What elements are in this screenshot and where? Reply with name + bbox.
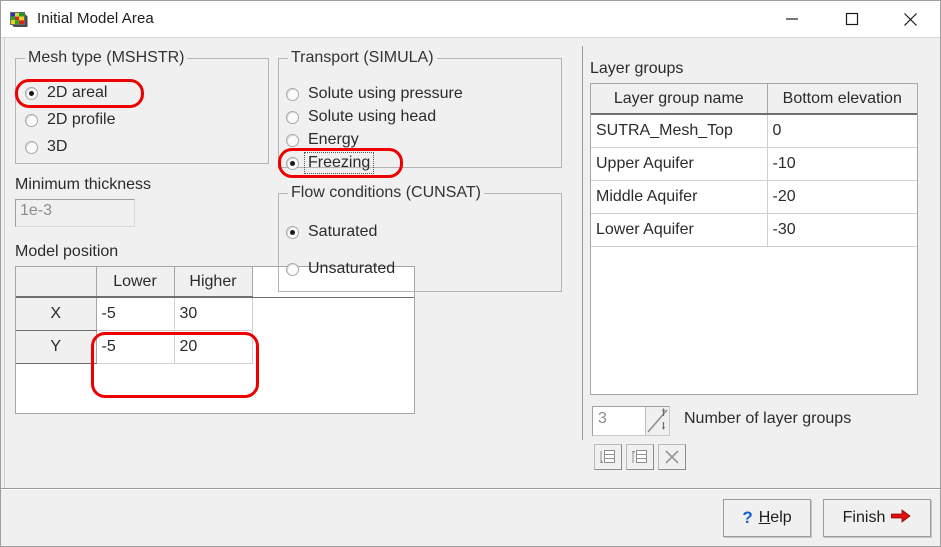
radio-unsaturated-label: Unsaturated [308,260,396,277]
radio-solute-using-head-label: Solute using head [308,108,437,125]
layer-groups-col-name: Layer group name [591,84,768,115]
layer-group-count-label: Number of layer groups [684,410,852,427]
radio-2d-profile-label: 2D profile [47,111,116,128]
close-button[interactable] [887,1,933,37]
finish-button-label: Finish [842,509,886,526]
layer-group-count-value: 3 [598,410,607,427]
model-position-col-lower: Lower [96,267,175,298]
model-position-label: Model position [15,243,119,260]
mesh-type-legend: Mesh type (MSHSTR) [25,49,188,67]
table-header-row: Layer group name Bottom elevation [591,84,917,115]
model-position-x-filler [252,297,414,331]
radio-2d-areal-label: 2D areal [47,84,108,101]
model-position-y-filler [252,330,414,364]
model-position-row-axis-y: Y [16,330,97,364]
model-position-corner-header [16,267,97,298]
minimum-thickness-label: Minimum thickness [15,176,152,193]
footer-divider [1,488,940,490]
radio-solute-using-head-mark [286,110,299,124]
flow-conditions-legend: Flow conditions (CUNSAT) [288,184,484,202]
radio-solute-using-pressure[interactable]: Solute using pressure [286,83,463,105]
layer-group-name-1[interactable]: Upper Aquifer [591,147,768,181]
table-row[interactable]: SUTRA_Mesh_Top 0 [591,114,917,148]
radio-saturated[interactable]: Saturated [286,221,377,243]
arrow-right-icon [890,508,912,528]
radio-saturated-label: Saturated [308,223,378,240]
insert-row-above-icon [632,450,647,463]
maximize-button[interactable] [829,1,875,37]
table-row[interactable]: X -5 30 [16,297,414,331]
help-accel-letter: H [758,509,771,526]
table-row[interactable]: Y -5 20 [16,330,414,364]
insert-row-above-icon-button[interactable] [626,444,654,470]
help-button-label: Help [759,509,792,527]
radio-solute-using-pressure-mark [286,87,299,101]
radio-2d-profile-mark [25,113,38,127]
delete-row-icon [665,450,679,464]
window-title: Initial Model Area [37,10,154,27]
help-button[interactable]: ? Help [723,499,811,537]
layer-group-elev-2[interactable]: -20 [767,180,917,214]
layer-groups-col-bottom-elevation: Bottom elevation [767,84,917,115]
radio-2d-areal-mark [25,86,38,100]
radio-freezing[interactable]: Freezing [286,152,375,174]
radio-freezing-mark [286,156,299,170]
layer-group-name-2[interactable]: Middle Aquifer [591,180,768,214]
model-position-x-higher[interactable]: 30 [174,297,253,331]
table-row[interactable]: Lower Aquifer -30 [591,213,917,247]
help-label-rest: elp [770,509,792,526]
mesh-grid-icon [9,10,29,30]
dialog-initial-model-area: Initial Model Area Mesh type (MSHSTR) 2D… [0,0,941,547]
radio-solute-using-head[interactable]: Solute using head [286,106,436,128]
radio-saturated-mark [286,225,299,239]
radio-energy-label: Energy [308,131,359,148]
layer-group-elev-3[interactable]: -30 [767,213,917,247]
radio-3d-label: 3D [47,138,68,155]
radio-3d[interactable]: 3D [25,136,67,158]
insert-row-below-icon-button[interactable] [594,444,622,470]
model-position-x-lower[interactable]: -5 [96,297,175,331]
model-position-y-higher[interactable]: 20 [174,330,253,364]
minimum-thickness-input[interactable]: 1e-3 [15,199,135,227]
model-position-row-axis-x: X [16,297,97,331]
minimize-button[interactable] [769,1,815,37]
layer-group-name-0[interactable]: SUTRA_Mesh_Top [591,114,768,148]
spinner-arrows[interactable] [645,407,669,435]
radio-freezing-label: Freezing [303,152,375,174]
layer-group-elev-1[interactable]: -10 [767,147,917,181]
radio-2d-profile[interactable]: 2D profile [25,109,115,131]
model-position-col-higher: Higher [174,267,253,298]
help-question-icon: ? [742,508,753,527]
title-bar: Initial Model Area [1,1,940,38]
insert-row-below-icon [600,450,615,463]
radio-energy[interactable]: Energy [286,129,359,151]
table-row[interactable]: Middle Aquifer -20 [591,180,917,214]
radio-2d-areal[interactable]: 2D areal [25,82,107,104]
radio-unsaturated[interactable]: Unsaturated [286,258,395,280]
delete-row-icon-button[interactable] [658,444,686,470]
radio-solute-using-pressure-label: Solute using pressure [308,85,463,102]
radio-energy-mark [286,133,299,147]
vertical-divider [582,46,583,440]
radio-unsaturated-mark [286,262,299,276]
transport-legend: Transport (SIMULA) [288,49,437,67]
layer-groups-label: Layer groups [590,60,684,77]
model-position-y-lower[interactable]: -5 [96,330,175,364]
table-row[interactable]: Upper Aquifer -10 [591,147,917,181]
layer-group-name-3[interactable]: Lower Aquifer [591,213,768,247]
dialog-client-area: Mesh type (MSHSTR) 2D areal 2D profile 3… [1,38,940,546]
layer-group-elev-0[interactable]: 0 [767,114,917,148]
layer-groups-table[interactable]: Layer group name Bottom elevation SUTRA_… [590,83,918,395]
radio-3d-mark [25,140,38,154]
layer-group-count-spinner[interactable]: 3 [592,406,670,436]
left-edge-divider [4,38,5,488]
finish-button[interactable]: Finish [823,499,931,537]
